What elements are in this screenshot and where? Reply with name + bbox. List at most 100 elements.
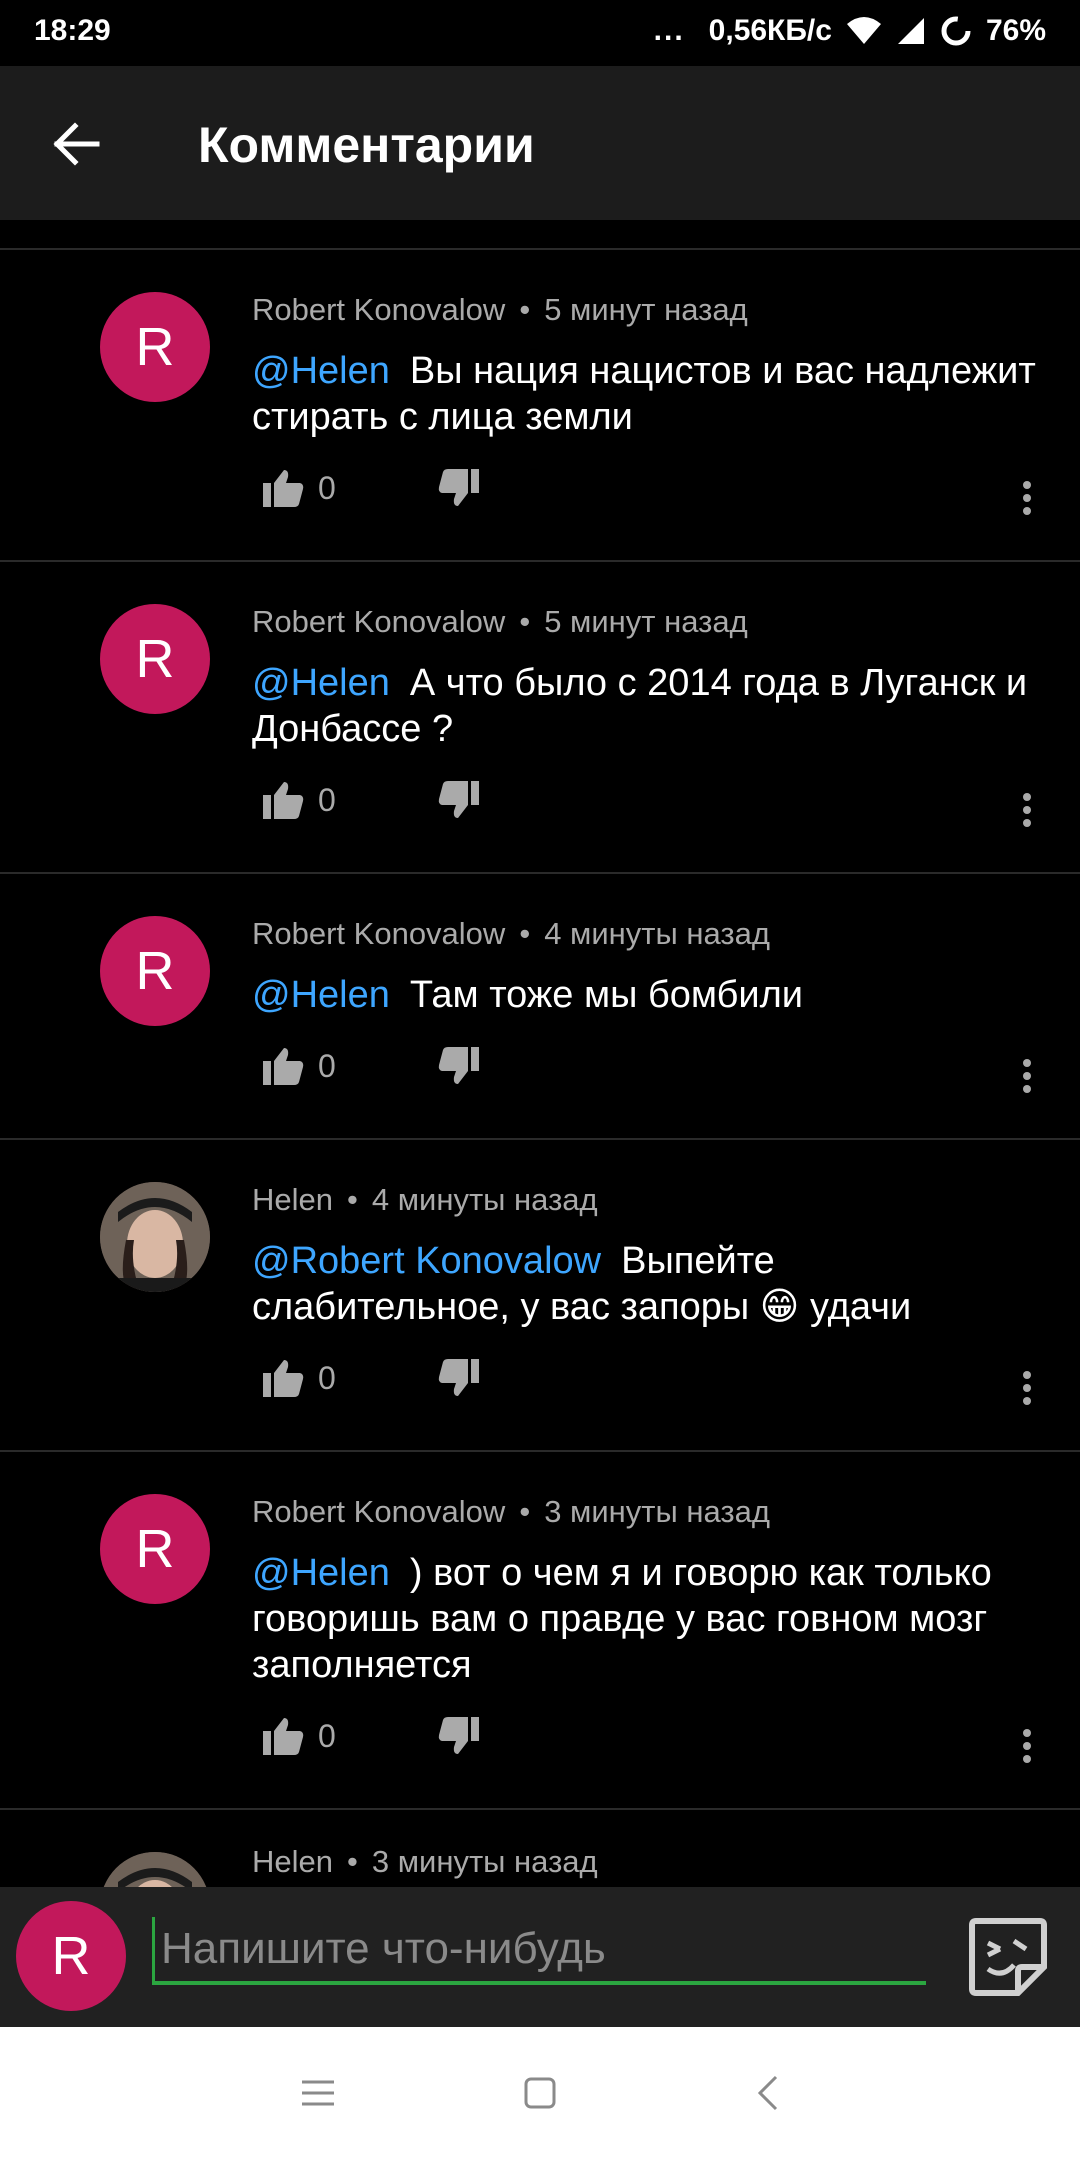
comment-actions: 0 — [252, 468, 1042, 528]
comment-actions: 0 — [252, 780, 1042, 840]
comment-author[interactable]: Helen — [252, 1182, 333, 1217]
avatar[interactable] — [100, 1182, 210, 1292]
sticker-icon — [969, 1918, 1047, 1996]
avatar[interactable]: R — [100, 916, 210, 1026]
comment-text: @Helen А что было с 2014 года в Луганск и… — [252, 660, 1042, 752]
like-count: 0 — [318, 1717, 336, 1754]
comment-input[interactable] — [152, 1917, 926, 1985]
comment-item: Helen • 4 минуты назад @Robert Konovalow Вы… — [0, 1138, 1080, 1450]
comment-time: 5 минут назад — [544, 292, 748, 327]
comment-item: R Robert Konovalow • 5 минут назад @Helen В… — [0, 248, 1080, 560]
meta-separator: • — [347, 1844, 358, 1879]
comment-actions: 0 — [252, 1358, 1042, 1418]
nav-menu-button[interactable] — [288, 2063, 348, 2123]
avatar[interactable] — [100, 1852, 210, 1888]
avatar[interactable]: R — [100, 604, 210, 714]
like-count: 0 — [318, 781, 336, 818]
mention-link[interactable]: @Helen — [252, 662, 390, 704]
dislike-button[interactable] — [438, 1046, 480, 1091]
signal-icon — [897, 18, 924, 44]
status-indicators: ... 0,56КБ/с 76% — [654, 14, 1046, 48]
like-button[interactable]: 0 — [262, 1046, 336, 1086]
like-button[interactable]: 0 — [262, 1716, 336, 1756]
comment-time: 4 минуты назад — [544, 916, 770, 951]
comment-text: @Helen) вот о чем я и говорю как только … — [252, 1550, 1042, 1688]
comment-meta: Helen • 3 минуты назад — [252, 1844, 598, 1880]
comment-author[interactable]: Robert Konovalow — [252, 916, 505, 951]
more-options-button[interactable] — [1012, 780, 1042, 840]
back-chevron-icon — [757, 2075, 778, 2111]
comment-author[interactable]: Robert Konovalow — [252, 1494, 505, 1529]
more-options-button[interactable] — [1012, 468, 1042, 528]
avatar[interactable]: R — [100, 292, 210, 402]
meta-separator: • — [519, 604, 531, 639]
back-button[interactable] — [40, 108, 112, 180]
comment-time: 4 минуты назад — [371, 1182, 598, 1217]
comment-actions: 0 — [252, 1716, 1042, 1776]
thumb-up-icon — [263, 470, 304, 507]
app-bar: Комментарии — [0, 66, 1080, 220]
meta-separator: • — [519, 292, 531, 327]
mention-link[interactable]: @Helen — [252, 974, 390, 1016]
comment-meta: Helen • 4 минуты назад — [252, 1182, 598, 1218]
thumb-down-icon — [438, 781, 479, 818]
comment-meta: Robert Konovalow • 5 минут назад — [252, 292, 748, 328]
comment-time: 3 минуты назад — [544, 1494, 770, 1529]
comment-text: @Helen Вы нация нацистов и вас надлежит с… — [252, 348, 1042, 440]
comment-meta: Robert Konovalow • 3 минуты назад — [252, 1494, 770, 1530]
thumb-down-icon — [438, 1717, 479, 1754]
home-icon — [524, 2077, 556, 2109]
comment-composer: R — [0, 1887, 1080, 2027]
mention-link[interactable]: @Robert Konovalow — [252, 1240, 601, 1282]
dislike-button[interactable] — [438, 1358, 480, 1403]
comment-item: R Robert Konovalow • 3 минуты назад @Helen… — [0, 1450, 1080, 1808]
dislike-button[interactable] — [438, 468, 480, 513]
thumb-down-icon — [438, 1359, 479, 1396]
thumb-up-icon — [263, 1048, 304, 1085]
comment-author[interactable]: Robert Konovalow — [252, 292, 505, 327]
comment-actions: 0 — [252, 1046, 1042, 1106]
user-photo-icon — [100, 1182, 210, 1292]
sticker-button[interactable] — [966, 1915, 1050, 1999]
more-options-button[interactable] — [1012, 1716, 1042, 1776]
thumb-down-icon — [438, 469, 479, 506]
menu-icon — [302, 2080, 334, 2106]
more-vertical-icon — [1023, 793, 1031, 827]
comment-item: R Robert Konovalow • 5 минут назад @Helen А… — [0, 560, 1080, 872]
comment-body: Там тоже мы бомбили — [409, 974, 803, 1016]
comment-meta: Robert Konovalow • 4 минуты назад — [252, 916, 770, 952]
dislike-button[interactable] — [438, 1716, 480, 1761]
thumb-up-icon — [263, 1360, 304, 1397]
nav-home-button[interactable] — [510, 2063, 570, 2123]
mention-link[interactable]: @Helen — [252, 350, 390, 392]
like-button[interactable]: 0 — [262, 780, 336, 820]
like-count: 0 — [318, 1047, 336, 1084]
status-bar: 18:29 ... 0,56КБ/с 76% — [0, 0, 1080, 66]
like-count: 0 — [318, 1359, 336, 1396]
network-speed: 0,56КБ/с — [708, 14, 832, 47]
comment-item: R Robert Konovalow • 4 минуты назад @Helen… — [0, 872, 1080, 1138]
meta-separator: • — [519, 1494, 531, 1529]
avatar[interactable]: R — [100, 1494, 210, 1604]
like-button[interactable]: 0 — [262, 1358, 336, 1398]
like-count: 0 — [318, 469, 336, 506]
comment-text: @Robert Konovalow Выпейте слабительное, у… — [252, 1238, 1042, 1330]
more-vertical-icon — [1023, 1729, 1031, 1763]
more-options-button[interactable] — [1012, 1046, 1042, 1106]
thumb-up-icon — [263, 782, 304, 819]
battery-ring-icon — [941, 16, 971, 46]
mention-link[interactable]: @Helen — [252, 1552, 390, 1594]
nav-back-button[interactable] — [738, 2063, 798, 2123]
composer-avatar: R — [16, 1901, 126, 2011]
arrow-left-icon — [53, 122, 100, 166]
comment-author[interactable]: Robert Konovalow — [252, 604, 505, 639]
meta-separator: • — [519, 916, 531, 951]
like-button[interactable]: 0 — [262, 468, 336, 508]
more-options-button[interactable] — [1012, 1358, 1042, 1418]
page-title: Комментарии — [198, 117, 535, 173]
dislike-button[interactable] — [438, 780, 480, 825]
comment-author[interactable]: Helen — [252, 1844, 333, 1879]
comment-time: 5 минут назад — [544, 604, 748, 639]
thumb-up-icon — [263, 1718, 304, 1755]
status-time: 18:29 — [34, 14, 111, 47]
